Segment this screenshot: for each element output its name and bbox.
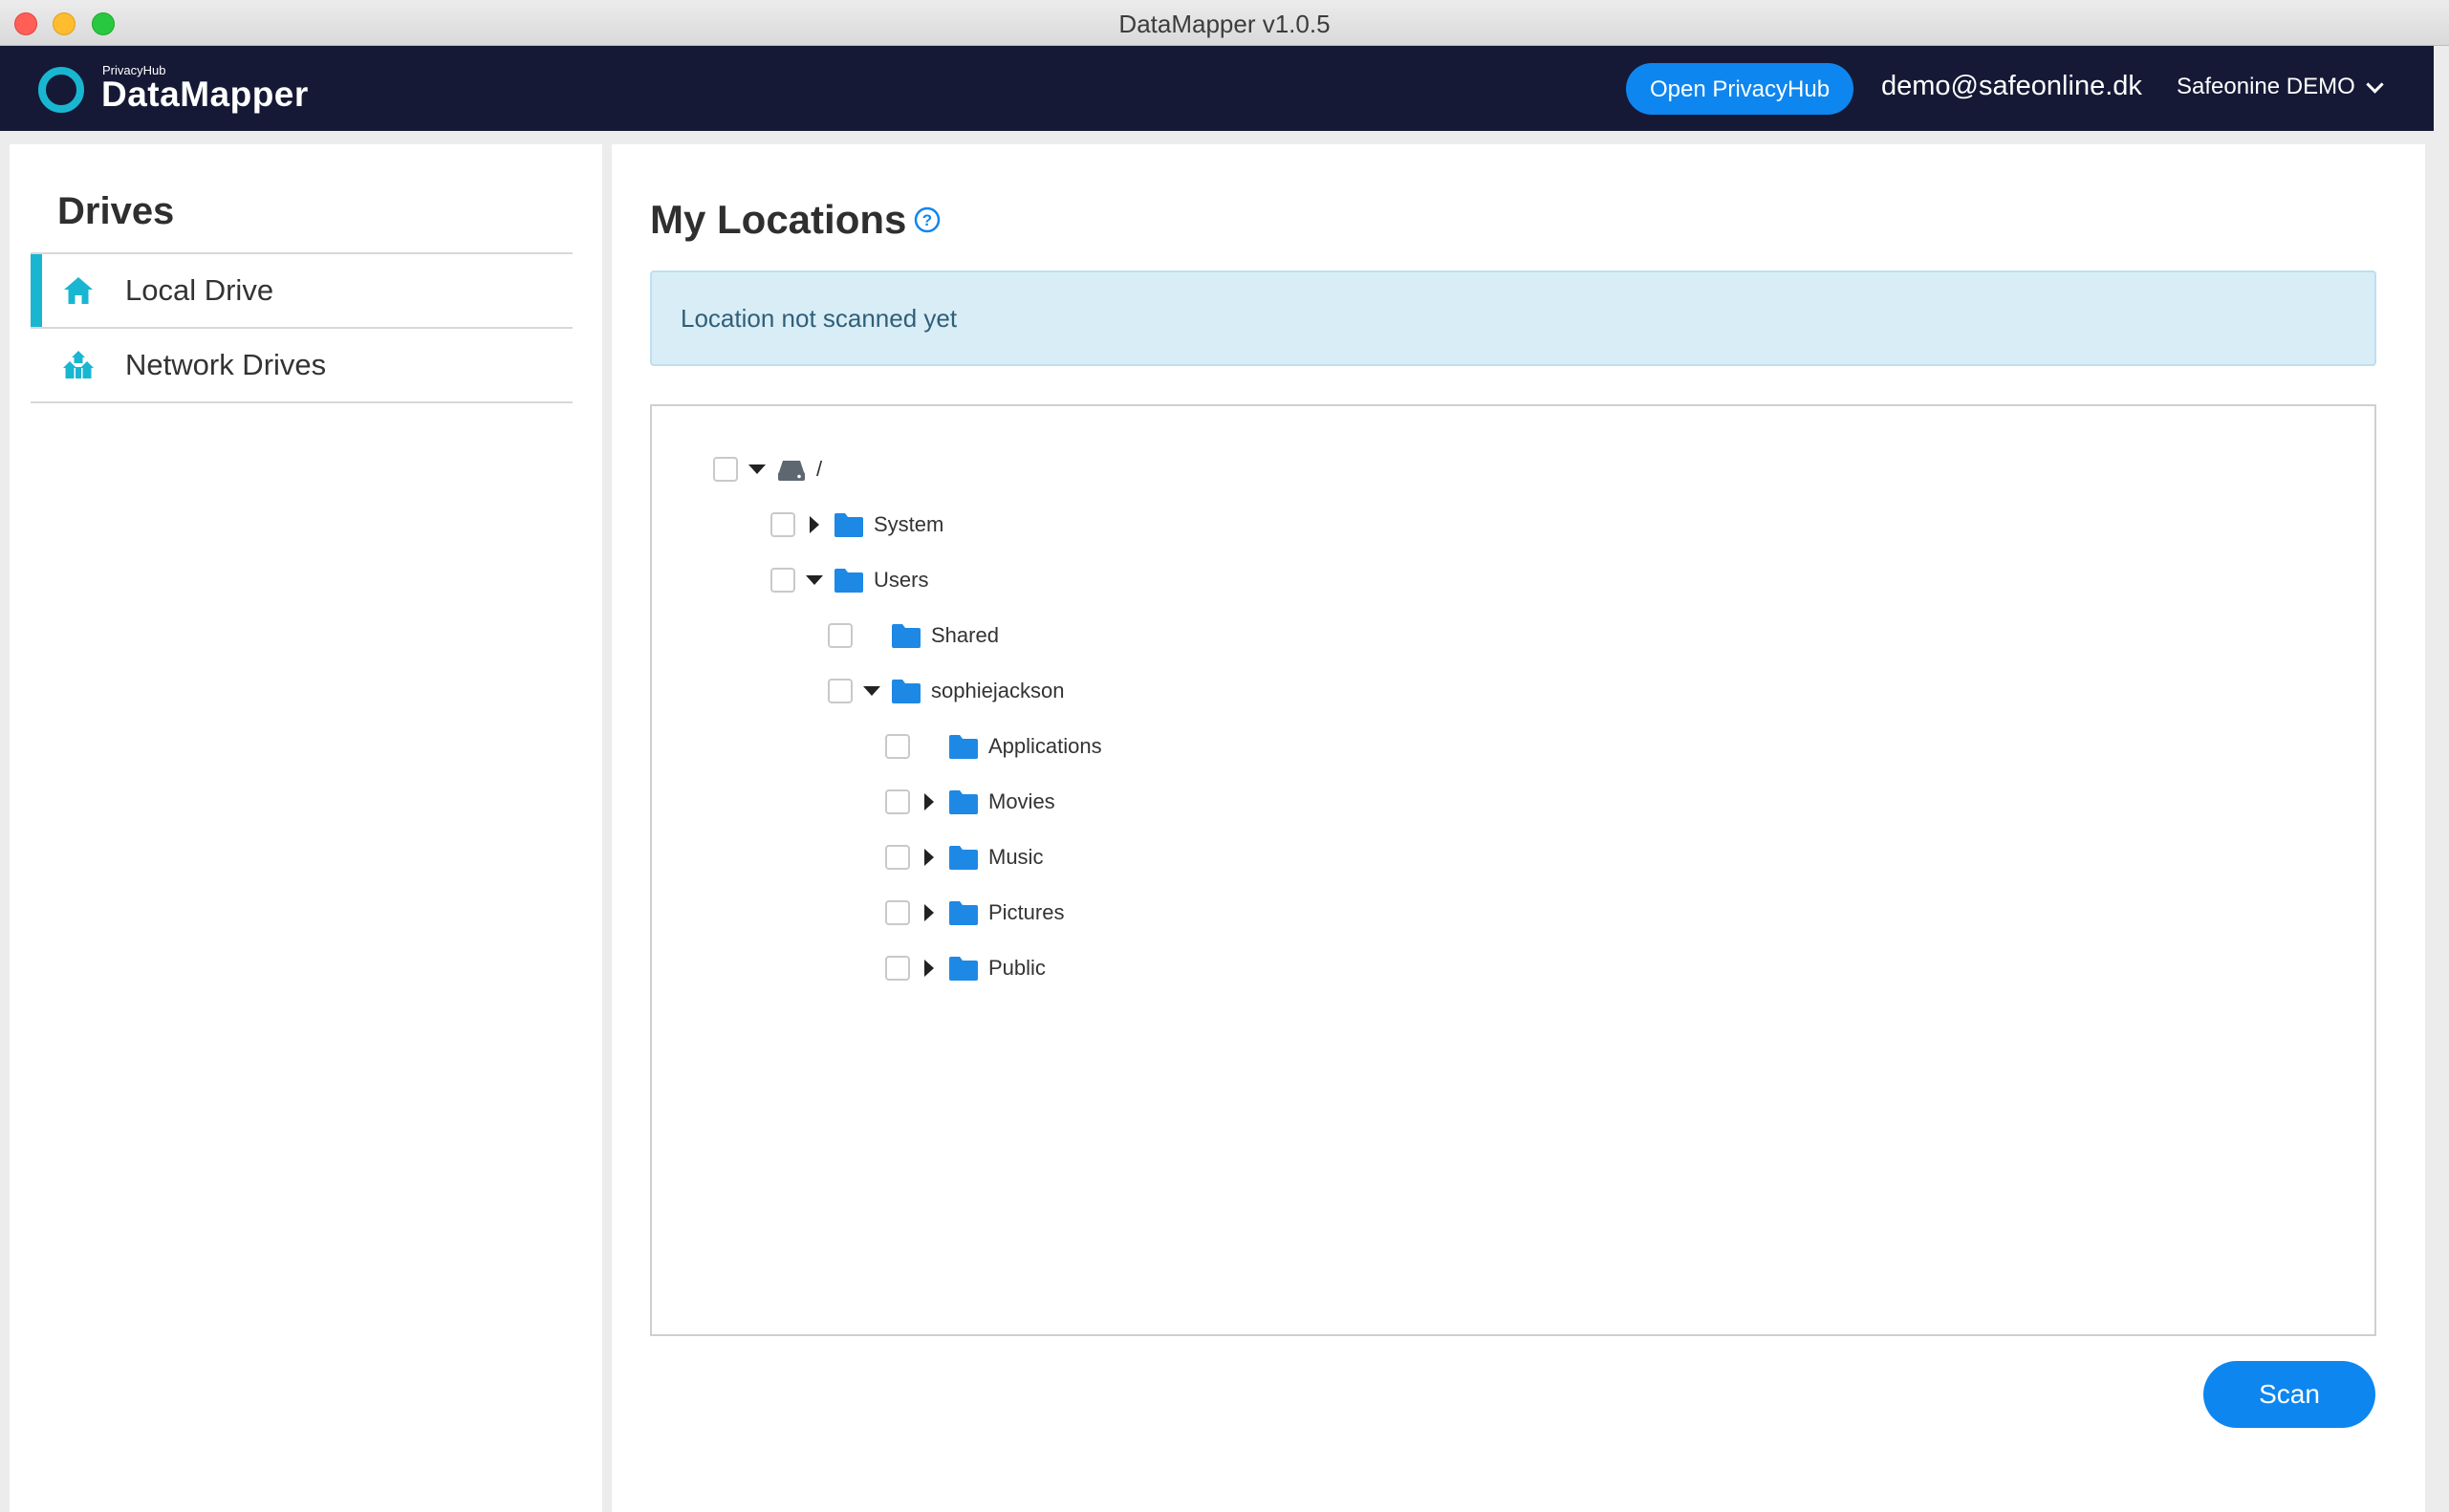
- caret-down-icon: [806, 575, 823, 585]
- folder-icon: [949, 846, 978, 870]
- tree-row-pictures[interactable]: Pictures: [885, 894, 1064, 932]
- scan-button[interactable]: Scan: [2203, 1361, 2375, 1428]
- tree-node-label: Pictures: [988, 900, 1065, 924]
- window-title: DataMapper v1.0.5: [1118, 10, 1331, 38]
- tree-expand-toggle[interactable]: [910, 894, 948, 932]
- tree-checkbox[interactable]: [828, 623, 853, 648]
- tree-node-label: Applications: [988, 734, 1102, 758]
- tree-checkbox[interactable]: [770, 568, 795, 593]
- user-email: demo@safeonline.dk: [1881, 71, 2142, 101]
- caret-right-icon: [924, 849, 934, 866]
- tree-expand-toggle[interactable]: [795, 506, 834, 544]
- tree-expand-toggle[interactable]: [910, 783, 948, 821]
- tree-row-public[interactable]: Public: [885, 949, 1046, 987]
- tree-row-system[interactable]: System: [770, 506, 943, 544]
- tree-checkbox[interactable]: [885, 845, 910, 870]
- tree-row-shared[interactable]: Shared: [828, 616, 999, 655]
- tree-node-label: System: [874, 512, 944, 536]
- drive-list: Local Drive Network Drives: [31, 252, 573, 403]
- tree-row-applications[interactable]: Applications: [885, 727, 1102, 766]
- tree-expand-toggle[interactable]: [853, 672, 891, 710]
- organization-dropdown[interactable]: Safeonine DEMO: [2177, 74, 2384, 100]
- svg-text:?: ?: [922, 211, 932, 229]
- tree-row-music[interactable]: Music: [885, 838, 1043, 876]
- caret-right-icon: [924, 793, 934, 810]
- folder-icon: [949, 790, 978, 814]
- home-icon: [64, 277, 93, 304]
- tree-row-root[interactable]: /: [713, 450, 822, 488]
- caret-right-icon: [810, 516, 819, 533]
- folder-icon: [834, 569, 863, 593]
- tree-checkbox[interactable]: [828, 679, 853, 703]
- open-privacyhub-button[interactable]: Open PrivacyHub: [1626, 63, 1853, 115]
- sidebar-title: Drives: [57, 190, 175, 232]
- organization-label: Safeonine DEMO: [2177, 74, 2355, 99]
- tree-checkbox[interactable]: [885, 900, 910, 925]
- page-title: My Locations ?: [650, 197, 941, 243]
- folder-icon: [892, 624, 921, 648]
- tree-checkbox[interactable]: [885, 956, 910, 981]
- page-title-text: My Locations: [650, 197, 907, 242]
- tree-checkbox[interactable]: [885, 734, 910, 759]
- sidebar-item-label: Local Drive: [125, 273, 274, 307]
- tree-row-sophiejackson[interactable]: sophiejackson: [828, 672, 1064, 710]
- tree-node-label: Shared: [931, 623, 999, 647]
- hard-drive-icon: [778, 461, 805, 481]
- tree-row-movies[interactable]: Movies: [885, 783, 1055, 821]
- folder-icon: [834, 513, 863, 537]
- caret-right-icon: [924, 960, 934, 977]
- app-header: PrivacyHub DataMapper Open PrivacyHub de…: [0, 46, 2434, 131]
- tree-checkbox[interactable]: [713, 457, 738, 482]
- network-icon: [63, 351, 94, 378]
- tree-checkbox[interactable]: [770, 512, 795, 537]
- tree-expand-toggle[interactable]: [910, 838, 948, 876]
- main-panel: My Locations ? Location not scanned yet …: [612, 144, 2425, 1512]
- caret-down-icon: [748, 464, 766, 474]
- tree-node-label: Movies: [988, 789, 1055, 813]
- tree-checkbox[interactable]: [885, 789, 910, 814]
- tree-node-label: /: [816, 457, 823, 481]
- tree-node-label: Users: [874, 568, 929, 592]
- folder-icon: [949, 735, 978, 759]
- logo-ring-icon: [38, 67, 84, 113]
- tree-expand-toggle[interactable]: [738, 450, 776, 488]
- status-alert: Location not scanned yet: [650, 270, 2376, 366]
- folder-icon: [949, 957, 978, 981]
- tree-node-label: Music: [988, 845, 1044, 869]
- caret-right-icon: [924, 904, 934, 921]
- sidebar-item-local-drive[interactable]: Local Drive: [31, 254, 573, 329]
- sidebar: Drives Local Drive Network Drives: [10, 144, 602, 1512]
- chevron-down-icon: [2366, 75, 2384, 94]
- sidebar-item-network-drives[interactable]: Network Drives: [31, 329, 573, 403]
- caret-down-icon: [863, 686, 880, 696]
- tree-node-label: sophiejackson: [931, 679, 1065, 702]
- question-circle-icon[interactable]: ?: [914, 206, 941, 233]
- sidebar-item-label: Network Drives: [125, 348, 327, 381]
- folder-icon: [949, 901, 978, 925]
- tree-expand-toggle[interactable]: [910, 949, 948, 987]
- tree-row-users[interactable]: Users: [770, 561, 928, 599]
- window-titlebar: DataMapper v1.0.5: [0, 0, 2449, 46]
- tree-expand-toggle[interactable]: [795, 561, 834, 599]
- folder-tree: / System Users Shared sophiejackson Appl…: [650, 404, 2376, 1336]
- folder-icon: [892, 680, 921, 703]
- brand-name: DataMapper: [101, 75, 309, 114]
- tree-node-label: Public: [988, 956, 1046, 980]
